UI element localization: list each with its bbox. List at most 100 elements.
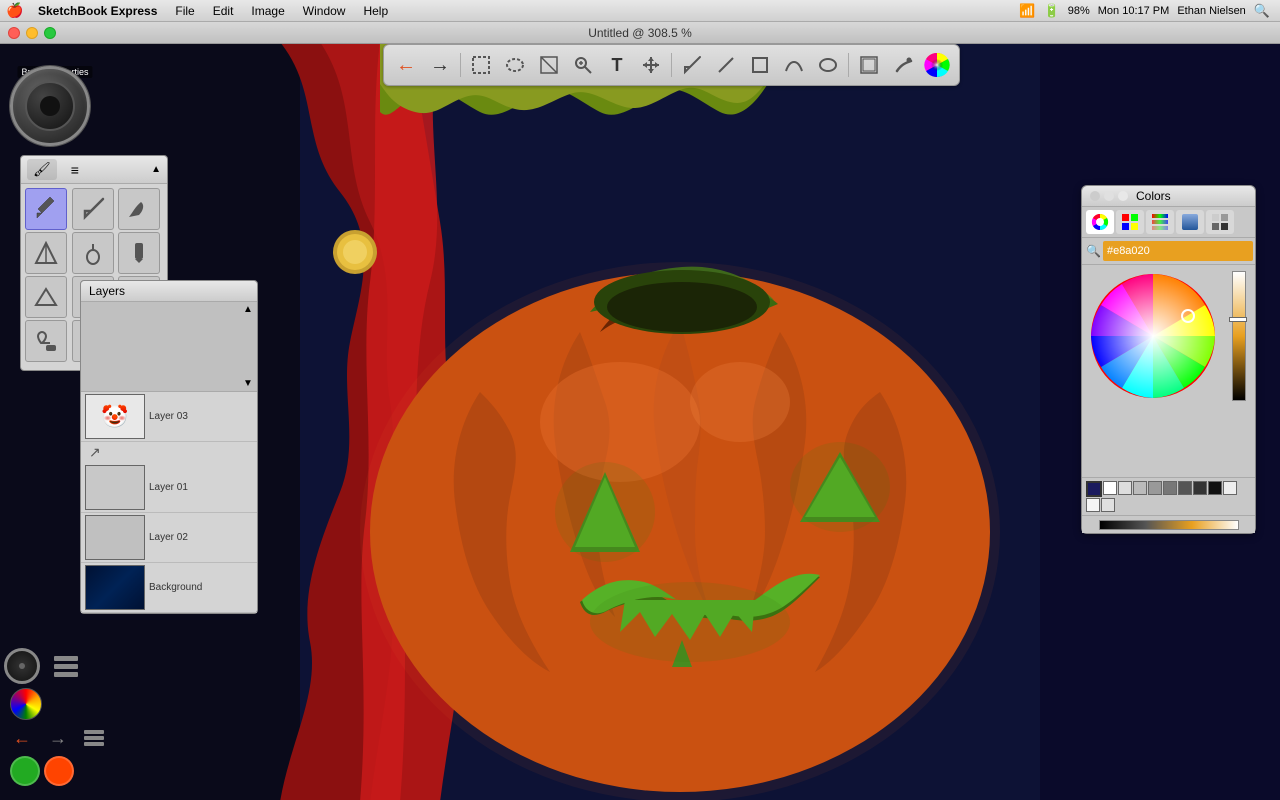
- color-wheel-container: [1082, 265, 1255, 477]
- green-status-circle[interactable]: [10, 756, 40, 786]
- color-wheel-toolbar-button[interactable]: [921, 49, 953, 81]
- layers-toggle-button[interactable]: [48, 648, 84, 684]
- panel-collapse-button[interactable]: ▲: [151, 164, 161, 175]
- stamp-button[interactable]: [853, 49, 885, 81]
- minimize-button[interactable]: [26, 27, 38, 39]
- tool-calligraphy[interactable]: [118, 188, 160, 230]
- toolbar-sep-2: [671, 53, 672, 77]
- color-mode-swatches[interactable]: [1206, 210, 1234, 234]
- color-wheel[interactable]: [1088, 271, 1228, 411]
- swatch-11[interactable]: [1101, 498, 1115, 512]
- swatch-10[interactable]: [1086, 498, 1100, 512]
- undo-button[interactable]: ←: [390, 49, 422, 81]
- swatch-7[interactable]: [1193, 481, 1207, 495]
- traffic-lights: [8, 27, 56, 39]
- swatch-5[interactable]: [1163, 481, 1177, 495]
- colors-min-dot[interactable]: [1104, 191, 1114, 201]
- tool-fill[interactable]: [25, 320, 67, 362]
- menu-file[interactable]: File: [167, 3, 202, 19]
- toolbar-sep-3: [848, 53, 849, 77]
- tool-marker[interactable]: [118, 232, 160, 274]
- close-button[interactable]: [8, 27, 20, 39]
- layer-item-layer01[interactable]: Layer 01: [81, 463, 257, 513]
- redo-button[interactable]: →: [424, 49, 456, 81]
- menu-app-name[interactable]: SketchBook Express: [30, 3, 165, 19]
- color-search-input[interactable]: [1103, 241, 1253, 261]
- tool-wedge[interactable]: [25, 232, 67, 274]
- layer-item-layer02[interactable]: Layer 02: [81, 513, 257, 563]
- color-mode-tabs: [1082, 207, 1255, 238]
- move-button[interactable]: [635, 49, 667, 81]
- layer-item-background[interactable]: Background: [81, 563, 257, 613]
- layer-link-indicator: ↗: [81, 442, 257, 463]
- layer-item-layer03[interactable]: 🤡 Layer 03: [81, 392, 257, 442]
- swatch-9[interactable]: [1223, 481, 1237, 495]
- toolbar: ← → T: [383, 44, 960, 86]
- layers-panel-header: Layers: [81, 281, 257, 302]
- menu-help[interactable]: Help: [355, 3, 396, 19]
- bottom-layers-button[interactable]: [80, 724, 108, 752]
- crop-button[interactable]: [533, 49, 565, 81]
- spectrum-handle[interactable]: [1229, 317, 1247, 322]
- brush-dial-container: Brush Properties: [10, 66, 100, 156]
- colors-close-dot[interactable]: [1090, 191, 1100, 201]
- layers-panel: Layers ▲ ▼ 🤡 Layer 03 ↗ Layer 01 Layer 0…: [80, 280, 258, 614]
- menubar-right: 📶 🔋 98% Mon 10:17 PM Ethan Nielsen 🔍: [1019, 3, 1280, 19]
- color-wheel-small[interactable]: [10, 688, 42, 720]
- red-status-circle[interactable]: [44, 756, 74, 786]
- tool-watercolor[interactable]: [72, 232, 114, 274]
- toolbar-sep-1: [460, 53, 461, 77]
- tool-triangle[interactable]: [25, 276, 67, 318]
- lasso-button[interactable]: [499, 49, 531, 81]
- pen-tool-button[interactable]: [676, 49, 708, 81]
- color-wheel-area: [1088, 271, 1249, 471]
- colors-max-dot[interactable]: [1118, 191, 1128, 201]
- brush-size-dial[interactable]: [10, 66, 90, 146]
- color-mode-wheel[interactable]: [1086, 210, 1114, 234]
- color-mode-grid[interactable]: [1116, 210, 1144, 234]
- nav-row: [4, 648, 84, 684]
- swatch-4[interactable]: [1148, 481, 1162, 495]
- color-bottom-gradient-bar: [1082, 515, 1255, 533]
- curve-button[interactable]: [778, 49, 810, 81]
- titlebar: Untitled @ 308.5 %: [0, 22, 1280, 44]
- swatch-1[interactable]: [1103, 481, 1117, 495]
- select-rect-button[interactable]: [465, 49, 497, 81]
- battery-icon: 🔋: [1044, 3, 1060, 19]
- menu-window[interactable]: Window: [295, 3, 354, 19]
- menu-edit[interactable]: Edit: [205, 3, 242, 19]
- color-spectrum-slider[interactable]: [1232, 271, 1246, 401]
- tool-pencil[interactable]: [25, 188, 67, 230]
- navigator-dial[interactable]: [4, 648, 40, 684]
- rect-button[interactable]: [744, 49, 776, 81]
- swatch-3[interactable]: [1133, 481, 1147, 495]
- scroll-down-button[interactable]: ▼: [243, 378, 253, 389]
- swatch-8[interactable]: [1208, 481, 1222, 495]
- search-icon[interactable]: 🔍: [1254, 3, 1270, 19]
- menu-image[interactable]: Image: [243, 3, 292, 19]
- apple-menu[interactable]: 🍎: [0, 2, 30, 19]
- text-button[interactable]: T: [601, 49, 633, 81]
- color-brightness-bar[interactable]: [1232, 271, 1246, 471]
- color-mode-palette[interactable]: [1146, 210, 1174, 234]
- bottom-undo-button[interactable]: ←: [8, 724, 36, 752]
- layers-scrollbar[interactable]: ▲ ▼: [241, 302, 255, 391]
- blend-button[interactable]: [887, 49, 919, 81]
- maximize-button[interactable]: [44, 27, 56, 39]
- line-button[interactable]: [710, 49, 742, 81]
- gradient-slider[interactable]: [1099, 520, 1239, 530]
- swatch-6[interactable]: [1178, 481, 1192, 495]
- swatch-0[interactable]: [1086, 481, 1102, 497]
- ellipse-button[interactable]: [812, 49, 844, 81]
- tool-pen[interactable]: [72, 188, 114, 230]
- bottom-redo-button[interactable]: →: [44, 724, 72, 752]
- layers-scroll-area[interactable]: ▲ ▼: [81, 302, 257, 392]
- brush-properties-panel: Brush Properties: [10, 50, 100, 156]
- color-mode-gradient[interactable]: [1176, 210, 1204, 234]
- swatch-2[interactable]: [1118, 481, 1132, 495]
- tool-panel-tab-list[interactable]: ≡: [65, 160, 85, 180]
- datetime: Mon 10:17 PM: [1098, 5, 1170, 17]
- zoom-button[interactable]: [567, 49, 599, 81]
- scroll-up-button[interactable]: ▲: [243, 304, 253, 315]
- tool-panel-tab-brushes[interactable]: 🖌: [27, 159, 57, 180]
